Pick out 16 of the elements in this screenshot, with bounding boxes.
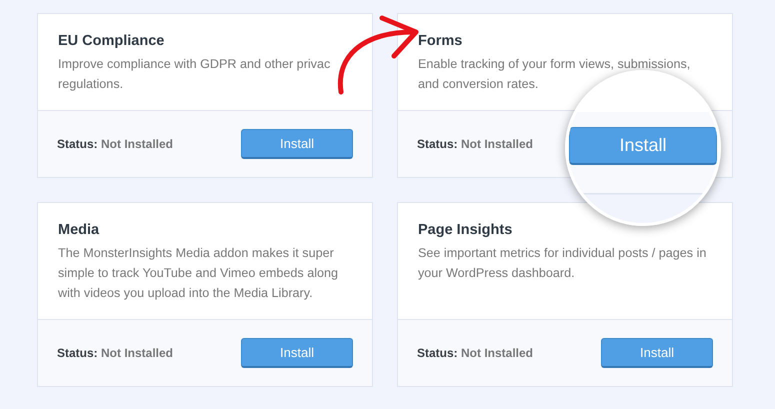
addon-title: Page Insights bbox=[418, 222, 514, 238]
addon-description: The MonsterInsights Media addon makes it super simple to track YouTube and Vimeo embeds along with videos you upload into the Media Library. bbox=[58, 245, 340, 302]
status-text: Status: Not Installed bbox=[417, 346, 534, 360]
addon-description: See important metrics for individual posts / pages in your WordPress dashboard. bbox=[418, 245, 708, 282]
install-button[interactable]: Install bbox=[241, 338, 353, 368]
addon-title: Forms bbox=[418, 33, 464, 49]
addon-description: Enable tracking of your form views, submissions, and conversion rates. bbox=[418, 56, 692, 93]
status-text: Status: Not Installed bbox=[417, 137, 534, 151]
install-button[interactable]: Install bbox=[241, 129, 353, 159]
install-button[interactable]: Install bbox=[569, 127, 717, 165]
addon-description: Improve compliance with GDPR and other privac regulations. bbox=[58, 56, 332, 93]
install-button[interactable]: Install bbox=[601, 338, 713, 368]
addon-title: EU Compliance bbox=[58, 33, 166, 49]
status-text: Status: Not Installed bbox=[57, 346, 174, 360]
status-text: Status: Not Installed bbox=[57, 137, 174, 151]
addon-title: Media bbox=[58, 222, 100, 238]
